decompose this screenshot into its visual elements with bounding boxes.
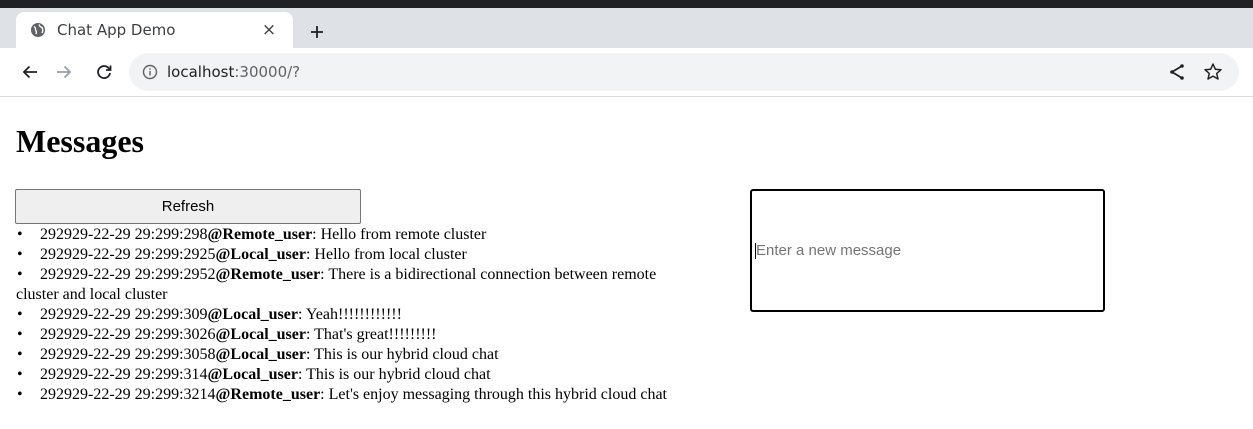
address-bar[interactable]: localhost:30000/? <box>129 53 1239 91</box>
tab-strip: Chat App Demo × <box>0 8 1253 48</box>
bullet: • <box>17 346 23 363</box>
star-icon[interactable] <box>1203 62 1223 82</box>
message-user: @Remote_user <box>215 386 321 403</box>
reload-icon <box>97 65 112 79</box>
bullet: • <box>17 246 23 263</box>
forward-button[interactable] <box>52 60 76 84</box>
tab-title: Chat App Demo <box>57 21 176 39</box>
message-item: • 292929-22-29 29:299:3058@Local_user: Th… <box>16 345 696 365</box>
message-timestamp: 292929-22-29 29:299:314 <box>40 366 208 383</box>
message-item: • 292929-22-29 29:299:3214@Remote_user: L… <box>16 385 696 405</box>
message-item: • 292929-22-29 29:299:3026@Local_user: Th… <box>16 325 696 345</box>
message-user: @Remote_user <box>215 266 321 283</box>
message-text: : Yeah!!!!!!!!!!!! <box>297 306 402 323</box>
new-tab-button[interactable] <box>306 21 328 43</box>
page-content: Messages Refresh • 292929-22-29 29:299:29… <box>0 97 1253 429</box>
message-text: : Hello from local cluster <box>305 246 467 263</box>
bullet: • <box>17 326 23 343</box>
message-timestamp: 292929-22-29 29:299:2952 <box>40 266 216 283</box>
reload-button[interactable] <box>92 60 116 84</box>
message-user: @Local_user <box>215 326 306 343</box>
message-item: • 292929-22-29 29:299:2952@Remote_user: T… <box>16 265 696 305</box>
bullet: • <box>17 306 23 323</box>
message-input[interactable] <box>750 189 1105 312</box>
window-top-bar <box>0 0 1253 8</box>
arrow-left-icon <box>22 65 37 79</box>
message-item: • 292929-22-29 29:299:309@Local_user: Yea… <box>16 305 696 325</box>
url-text: localhost:30000/? <box>167 63 300 81</box>
bullet: • <box>17 226 23 243</box>
message-item: • 292929-22-29 29:299:298@Remote_user: He… <box>16 225 696 245</box>
text-caret <box>755 243 756 259</box>
back-button[interactable] <box>18 60 42 84</box>
message-user: @Local_user <box>215 346 306 363</box>
url-host: localhost <box>167 63 235 81</box>
message-user: @Local_user <box>207 366 298 383</box>
refresh-button[interactable]: Refresh <box>15 189 361 224</box>
arrow-right-icon <box>57 65 72 79</box>
info-icon[interactable] <box>142 64 158 80</box>
share-icon[interactable] <box>1167 62 1187 82</box>
globe-icon <box>30 22 46 38</box>
message-list: • 292929-22-29 29:299:298@Remote_user: He… <box>16 225 696 405</box>
message-timestamp: 292929-22-29 29:299:298 <box>40 226 208 243</box>
message-text: : Let's enjoy messaging through this hyb… <box>320 386 667 403</box>
message-timestamp: 292929-22-29 29:299:3214 <box>40 386 216 403</box>
tab-chat-app-demo[interactable]: Chat App Demo × <box>16 12 293 48</box>
message-text: : That's great!!!!!!!!! <box>305 326 437 343</box>
page-title: Messages <box>16 123 144 159</box>
close-tab-icon[interactable]: × <box>259 20 279 40</box>
bullet: • <box>17 386 23 403</box>
message-timestamp: 292929-22-29 29:299:2925 <box>40 246 216 263</box>
message-timestamp: 292929-22-29 29:299:3026 <box>40 326 216 343</box>
message-item: • 292929-22-29 29:299:2925@Local_user: He… <box>16 245 696 265</box>
message-item: • 292929-22-29 29:299:314@Local_user: Thi… <box>16 365 696 385</box>
message-user: @Remote_user <box>207 226 313 243</box>
message-text: : Hello from remote cluster <box>312 226 487 243</box>
message-text: : This is our hybrid cloud chat <box>297 366 491 383</box>
bullet: • <box>17 366 23 383</box>
url-path: :30000/? <box>234 63 301 81</box>
browser-toolbar: localhost:30000/? <box>0 48 1253 97</box>
message-user: @Local_user <box>207 306 298 323</box>
message-timestamp: 292929-22-29 29:299:309 <box>40 306 208 323</box>
bullet: • <box>17 266 23 283</box>
message-timestamp: 292929-22-29 29:299:3058 <box>40 346 216 363</box>
message-text: : This is our hybrid cloud chat <box>305 346 499 363</box>
message-user: @Local_user <box>215 246 306 263</box>
